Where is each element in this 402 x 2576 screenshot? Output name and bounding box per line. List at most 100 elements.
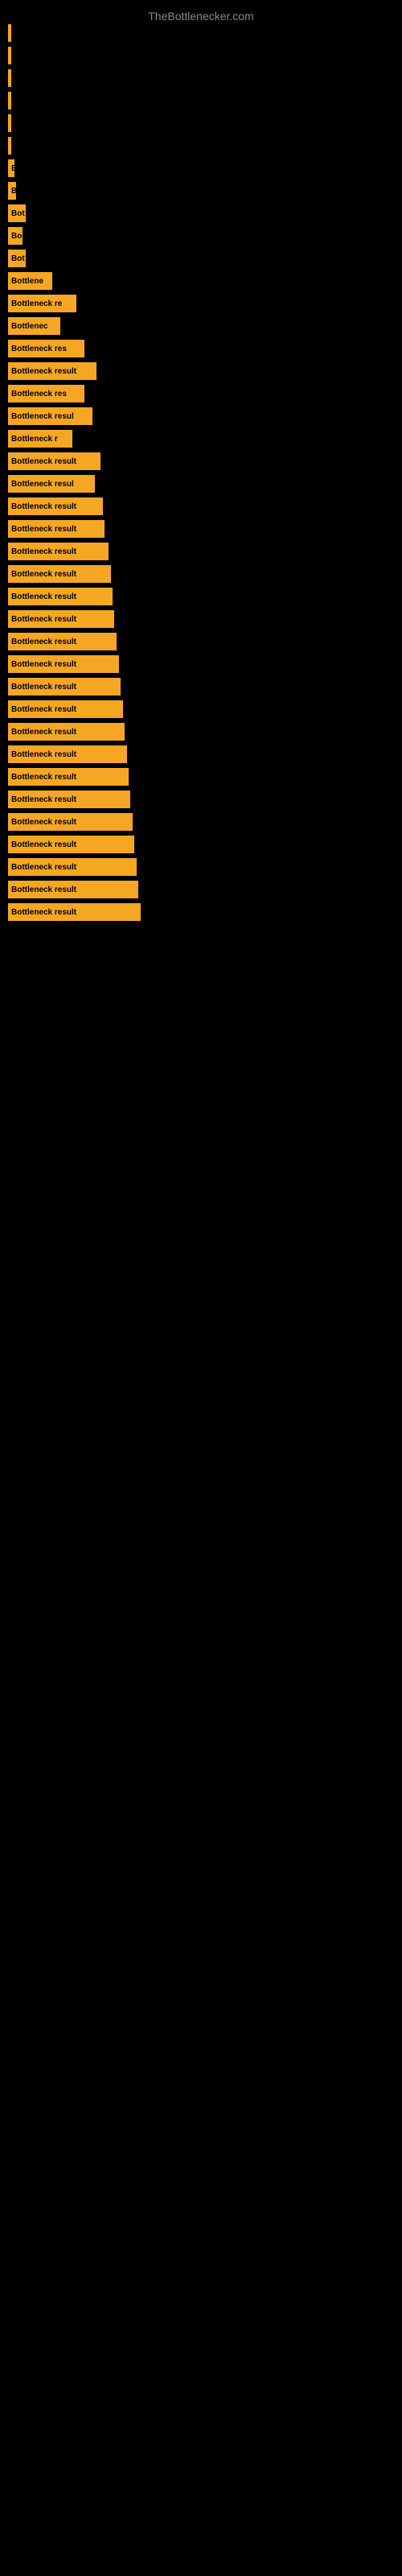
bar-label: Bottleneck result — [11, 525, 76, 534]
bar-label: Bottleneck r — [11, 435, 58, 444]
bar: Bottleneck result — [8, 745, 127, 763]
bar: Bottleneck res — [8, 385, 84, 402]
bar — [8, 114, 11, 132]
bar-row: B — [8, 159, 402, 177]
bar-row: Bottleneck result — [8, 655, 402, 673]
bar: Bottleneck re — [8, 295, 76, 312]
bar — [8, 69, 11, 87]
bar-row: Bot — [8, 204, 402, 222]
bar-label: Bottleneck result — [11, 638, 76, 646]
bar: Bottleneck result — [8, 655, 119, 673]
bar-label: Bottleneck result — [11, 840, 76, 849]
bar: Bot — [8, 250, 26, 267]
bar-label: Bottleneck result — [11, 728, 76, 737]
bar: Bottleneck result — [8, 903, 141, 921]
bar — [8, 137, 11, 155]
bar-row: Bottleneck result — [8, 565, 402, 583]
bar-label: Bottleneck result — [11, 818, 76, 827]
bar: Bottleneck result — [8, 565, 111, 583]
bar-row: Bottleneck result — [8, 588, 402, 605]
bar-row: Bottleneck result — [8, 543, 402, 560]
bar-label: Bottleneck result — [11, 660, 76, 669]
bar-label: Bottleneck result — [11, 367, 76, 376]
bar-row: Bottleneck r — [8, 430, 402, 448]
bar: Bottleneck result — [8, 678, 121, 696]
bar-row: Bot — [8, 250, 402, 267]
bar-row: Bottleneck result — [8, 362, 402, 380]
bar: Bottleneck result — [8, 768, 129, 786]
bar: Bottleneck result — [8, 858, 137, 876]
bar: Bottleneck result — [8, 452, 100, 470]
bar-label: Bottleneck resul — [11, 412, 74, 421]
bar-label: Bottleneck result — [11, 908, 76, 917]
bar-row — [8, 114, 402, 132]
bar: Bottleneck resul — [8, 475, 95, 493]
bar-row: Bottleneck result — [8, 745, 402, 763]
bar: Bottleneck result — [8, 700, 123, 718]
bar-row — [8, 47, 402, 64]
bar-row: Bottleneck result — [8, 520, 402, 538]
bar-label: Bottleneck result — [11, 750, 76, 759]
bar: Bottleneck result — [8, 610, 114, 628]
bar-row: Bottleneck result — [8, 836, 402, 853]
bar: B — [8, 159, 14, 177]
bar-label: Bottleneck result — [11, 570, 76, 579]
bar-row: Bottleneck result — [8, 497, 402, 515]
bar-row: Bo — [8, 227, 402, 245]
bar-row: Bottleneck result — [8, 813, 402, 831]
bar: Bottleneck res — [8, 340, 84, 357]
bar-row: Bottleneck result — [8, 903, 402, 921]
bar-label: Bottleneck result — [11, 683, 76, 691]
bar: Bottleneck result — [8, 813, 133, 831]
bar-label: Bottleneck result — [11, 615, 76, 624]
bar-row: Bottleneck result — [8, 723, 402, 741]
bars-container: B B Bot Bo Bot Bottlene Bottleneck re Bottlenec… — [0, 24, 402, 926]
bar-row — [8, 69, 402, 87]
bar: Bottleneck result — [8, 588, 113, 605]
bar-row: Bottleneck result — [8, 768, 402, 786]
bar: Bottleneck result — [8, 543, 109, 560]
bar-label: Bottleneck result — [11, 863, 76, 872]
bar-label: Bottleneck result — [11, 592, 76, 601]
bar-label: B — [11, 187, 16, 196]
bar-label: Bottleneck result — [11, 547, 76, 556]
bar-row: Bottleneck res — [8, 385, 402, 402]
bar: Bottleneck result — [8, 633, 117, 650]
bar-label: Bottleneck res — [11, 345, 67, 353]
bar-row: Bottleneck result — [8, 678, 402, 696]
bar — [8, 47, 11, 64]
bar-row — [8, 92, 402, 109]
bar-row: Bottlene — [8, 272, 402, 290]
bar-row: Bottleneck result — [8, 610, 402, 628]
bar-label: Bot — [11, 209, 25, 218]
bar-label: Bottleneck result — [11, 773, 76, 782]
bar-row: Bottleneck result — [8, 791, 402, 808]
bar-row: Bottleneck result — [8, 633, 402, 650]
bar: Bottleneck result — [8, 497, 103, 515]
bar-row: Bottleneck resul — [8, 407, 402, 425]
bar-row: Bottleneck result — [8, 881, 402, 898]
bar: B — [8, 182, 16, 200]
bar-label: Bottleneck resul — [11, 480, 74, 489]
bar-row: Bottleneck result — [8, 858, 402, 876]
bar — [8, 24, 11, 42]
bar-row: B — [8, 182, 402, 200]
bar: Bot — [8, 204, 26, 222]
bar: Bottleneck result — [8, 791, 130, 808]
bar: Bottlene — [8, 272, 52, 290]
bar: Bottleneck result — [8, 723, 125, 741]
bar-row: Bottleneck result — [8, 452, 402, 470]
bar-row: Bottlenec — [8, 317, 402, 335]
bar: Bo — [8, 227, 23, 245]
bar-row — [8, 24, 402, 42]
bar: Bottleneck result — [8, 520, 105, 538]
bar: Bottleneck resul — [8, 407, 92, 425]
bar-row: Bottleneck re — [8, 295, 402, 312]
bar-label: Bottleneck result — [11, 457, 76, 466]
bar-label: Bottleneck result — [11, 795, 76, 804]
bar-label: Bottleneck result — [11, 705, 76, 714]
bar-row: Bottleneck result — [8, 700, 402, 718]
bar-label: B — [11, 164, 14, 173]
bar-row: Bottleneck res — [8, 340, 402, 357]
bar-label: Bottleneck res — [11, 390, 67, 398]
